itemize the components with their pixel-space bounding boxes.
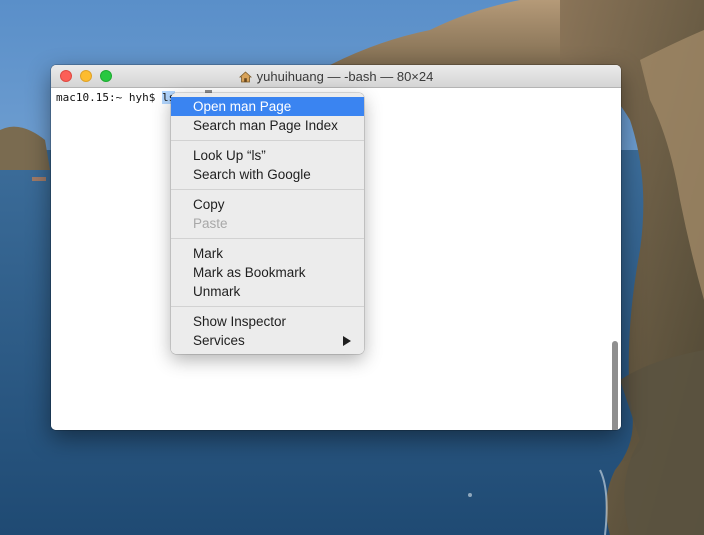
menu-item-search-man-page-index[interactable]: Search man Page Index: [171, 116, 364, 135]
menu-item-label: Search man Page Index: [193, 118, 338, 133]
menu-item-label: Services: [193, 333, 245, 348]
menu-item-label: Unmark: [193, 284, 241, 299]
menu-item-label: Copy: [193, 197, 225, 212]
home-icon: [238, 71, 252, 83]
vertical-scrollbar[interactable]: [612, 341, 618, 430]
menu-item-show-inspector[interactable]: Show Inspector: [171, 312, 364, 331]
menu-separator: [171, 238, 364, 239]
menu-separator: [171, 189, 364, 190]
shell-prompt: mac10.15:~ hyh$: [56, 91, 162, 104]
context-menu: Open man Page Search man Page Index Look…: [171, 93, 364, 354]
menu-item-look-up[interactable]: Look Up “ls”: [171, 146, 364, 165]
window-title-container: yuhuihuang — -bash — 80×24: [51, 69, 621, 84]
menu-item-label: Mark: [193, 246, 223, 261]
window-title: yuhuihuang — -bash — 80×24: [256, 69, 434, 84]
menu-item-mark[interactable]: Mark: [171, 244, 364, 263]
menu-separator: [171, 306, 364, 307]
menu-item-label: Look Up “ls”: [193, 148, 266, 163]
menu-separator: [171, 140, 364, 141]
menu-item-unmark[interactable]: Unmark: [171, 282, 364, 301]
menu-item-label: Show Inspector: [193, 314, 287, 329]
menu-item-open-man-page[interactable]: Open man Page: [171, 97, 364, 116]
menu-item-paste: Paste: [171, 214, 364, 233]
submenu-arrow-icon: [343, 336, 351, 346]
menu-item-label: Open man Page: [193, 99, 292, 114]
menu-item-copy[interactable]: Copy: [171, 195, 364, 214]
title-bar[interactable]: yuhuihuang — -bash — 80×24: [51, 65, 621, 88]
menu-item-search-with-google[interactable]: Search with Google: [171, 165, 364, 184]
menu-item-label: Search with Google: [193, 167, 311, 182]
command-line: mac10.15:~ hyh$ ls: [56, 91, 176, 104]
menu-item-label: Paste: [193, 216, 228, 231]
menu-item-mark-as-bookmark[interactable]: Mark as Bookmark: [171, 263, 364, 282]
menu-item-services[interactable]: Services: [171, 331, 364, 350]
menu-item-label: Mark as Bookmark: [193, 265, 306, 280]
